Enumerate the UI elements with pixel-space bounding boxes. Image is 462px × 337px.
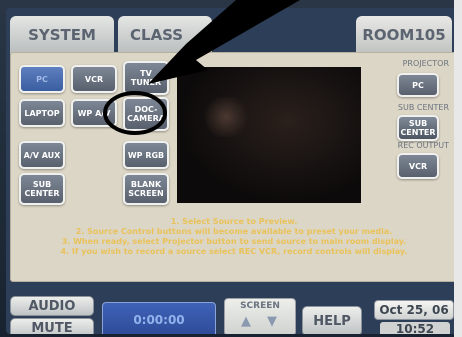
projector-label: PROJECTOR: [402, 59, 449, 68]
source-blank-screen-button[interactable]: BLANK SCREEN: [123, 173, 169, 205]
source-wp-av-button[interactable]: WP A/V: [71, 99, 117, 127]
instructions-text: 1. Select Source to Preview. 2. Source C…: [15, 217, 453, 257]
date-display: Oct 25, 06: [374, 300, 454, 320]
tab-classroom[interactable]: CLASS: [118, 16, 212, 54]
instruction-line-1: 1. Select Source to Preview.: [170, 217, 298, 226]
source-vcr-button[interactable]: VCR: [71, 65, 117, 93]
source-av-aux-button[interactable]: A/V AUX: [19, 141, 65, 169]
instruction-line-3: 3. When ready, select Projector button t…: [61, 237, 407, 246]
up-arrow-icon[interactable]: ▲: [239, 315, 253, 329]
down-arrow-icon[interactable]: ▼: [265, 315, 279, 329]
rec-output-vcr-button[interactable]: VCR: [397, 153, 439, 179]
screen-label: SCREEN: [240, 301, 280, 311]
source-wp-rgb-button[interactable]: WP RGB: [123, 141, 169, 169]
tab-room[interactable]: ROOM105: [356, 16, 452, 54]
source-doc-camera-button[interactable]: DOC-CAMERA: [123, 97, 169, 131]
source-sub-center-button[interactable]: SUB CENTER: [19, 173, 65, 205]
source-preview-window: [177, 67, 361, 203]
audio-button[interactable]: AUDIO: [10, 296, 94, 316]
mute-button[interactable]: MUTE: [10, 318, 94, 334]
main-panel: PC VCR TV TUNER LAPTOP WP A/V DOC-CAMERA…: [10, 52, 458, 282]
sub-center-output-button[interactable]: SUB CENTER: [397, 115, 439, 141]
tab-system[interactable]: SYSTEM: [10, 16, 114, 54]
instruction-line-2: 2. Source Control buttons will become av…: [75, 227, 393, 236]
rec-output-label: REC OUTPUT: [397, 141, 449, 150]
bottom-control-bar: AUDIO MUTE 0:00:00 SCREEN ▲ ▼ HELP Oct 2…: [6, 292, 458, 334]
sub-center-label: SUB CENTER: [397, 103, 449, 112]
source-laptop-button[interactable]: LAPTOP: [19, 99, 65, 127]
instruction-line-4: 4. If you wish to record a source select…: [60, 247, 408, 256]
source-pc-button[interactable]: PC: [19, 65, 65, 93]
photo-edge: [454, 0, 462, 337]
help-button[interactable]: HELP: [302, 306, 362, 334]
time-display: 10:52: [380, 322, 450, 334]
touch-panel-screen: SYSTEM CLASS ROOM105 PC VCR TV TUNER LAP…: [6, 8, 458, 334]
source-tv-tuner-button[interactable]: TV TUNER: [123, 61, 169, 95]
screen-control: SCREEN ▲ ▼: [224, 298, 296, 334]
projector-pc-button[interactable]: PC: [397, 73, 439, 97]
record-timer: 0:00:00: [102, 302, 216, 334]
